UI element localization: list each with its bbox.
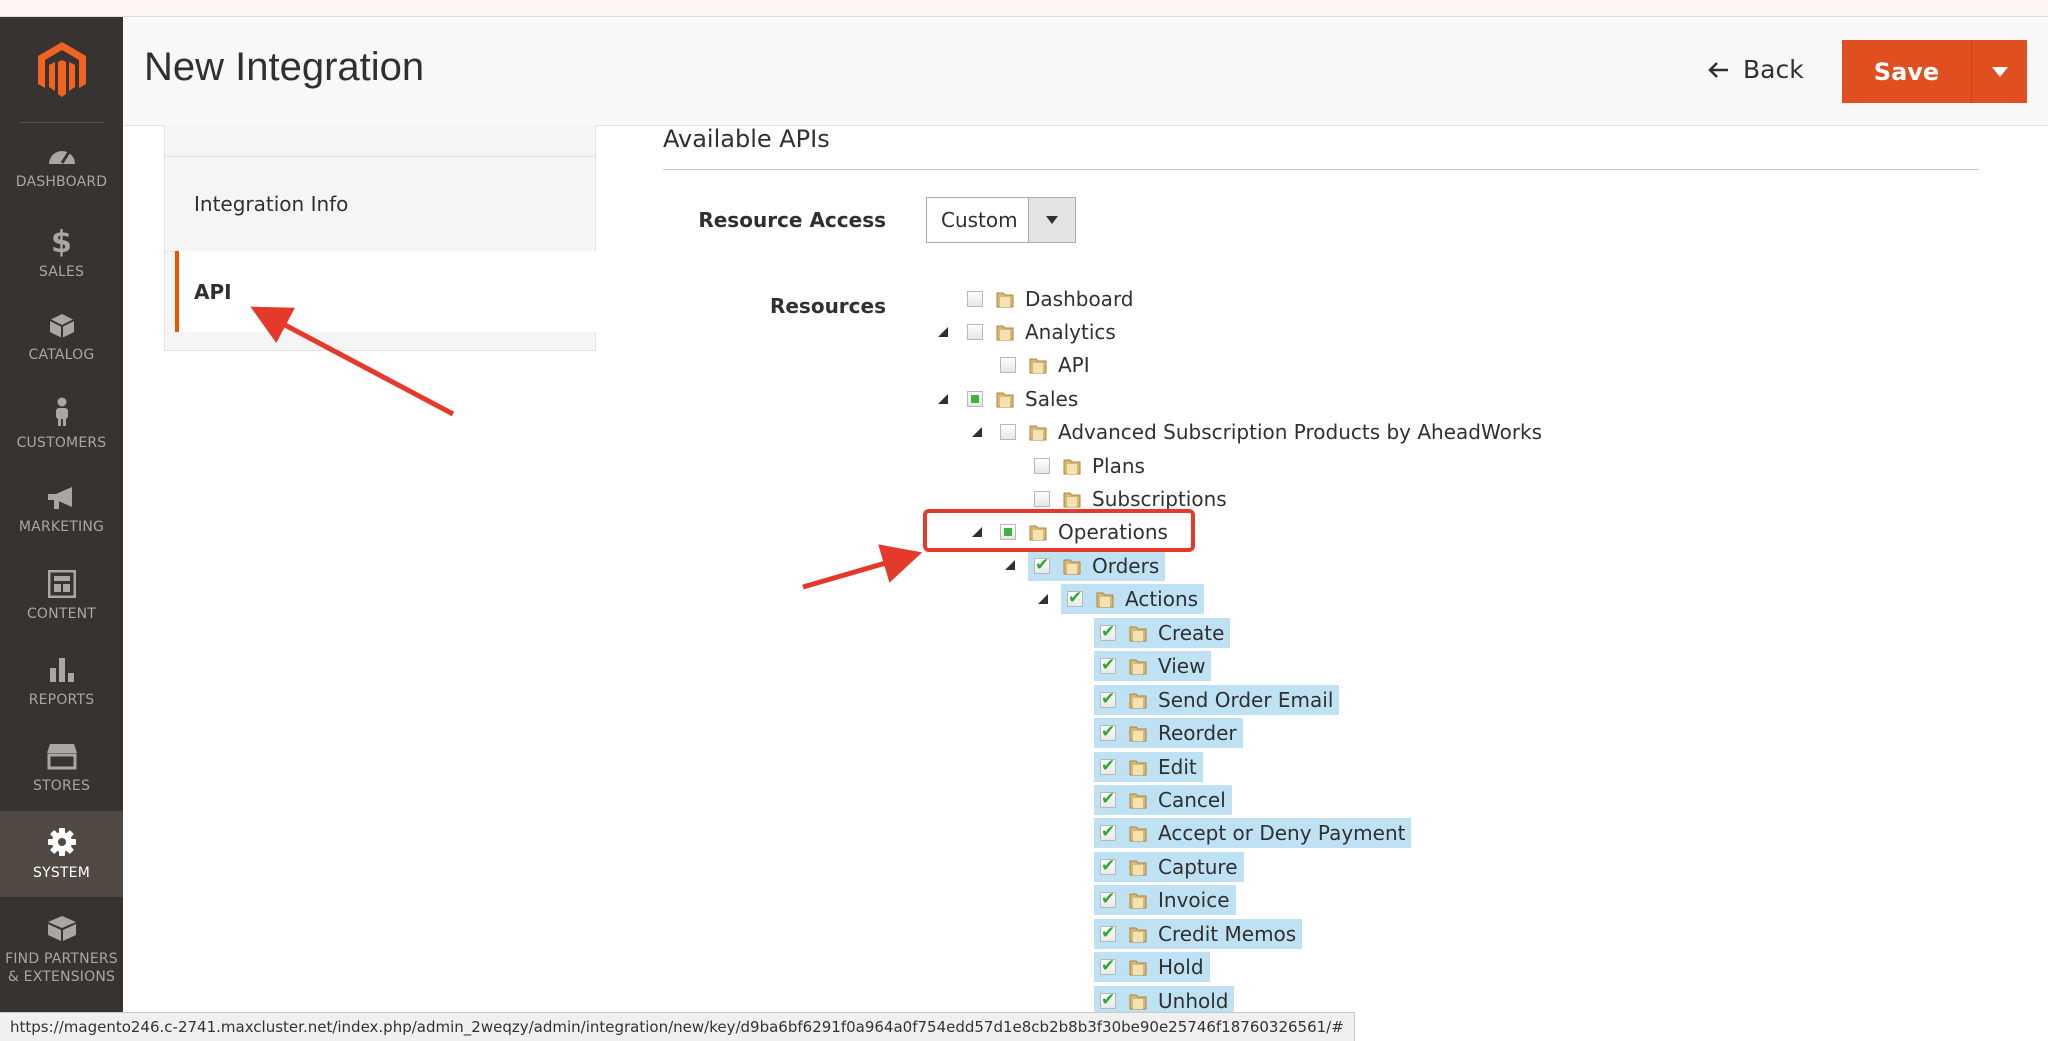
annotation-arrow-operations: [802, 544, 923, 590]
annotation-highlight-box: [923, 509, 1195, 552]
browser-status-url: https://magento246.c-2741.maxcluster.net…: [0, 1012, 1355, 1041]
annotation-arrow-api: [250, 306, 455, 417]
